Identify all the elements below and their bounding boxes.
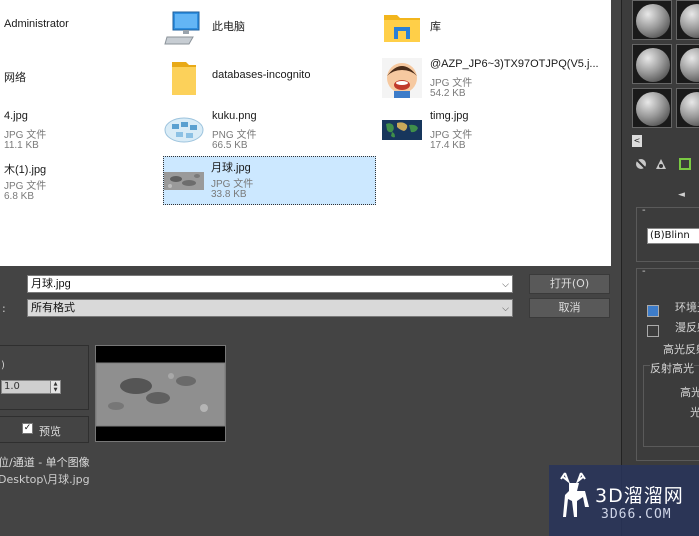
file-item-name: timg.jpg <box>430 110 469 122</box>
material-slot-2[interactable] <box>676 0 699 40</box>
image-info-text: 位/通道 - 单个图像 <box>0 456 90 469</box>
file-item-name: 月球.jpg <box>211 162 251 174</box>
panel-arrow-icon: ◄ <box>678 190 685 200</box>
material-slot-5[interactable] <box>632 88 672 128</box>
file-item-name: databases-incognito <box>212 69 311 81</box>
image-path-text: Desktop\月球.jpg <box>0 473 90 486</box>
library-folder-icon <box>382 7 422 47</box>
shader-type-dropdown[interactable]: (B)Blinn <box>647 228 699 244</box>
collapse-icon[interactable]: - <box>642 205 646 216</box>
file-item-azp-jpg[interactable]: @AZP_JP6~3)TX97OTJPQ(V5.j... JPG 文件 54.2… <box>382 55 602 101</box>
gamma-spinner[interactable]: 1.0 ▲ ▼ <box>1 380 61 394</box>
filetype-combo[interactable]: 所有格式 ⌵ <box>27 299 513 317</box>
cancel-button[interactable]: 取消 <box>529 298 610 318</box>
file-item-type: JPG 文件 <box>4 181 47 192</box>
file-item-size: 54.2 KB <box>430 88 466 99</box>
file-list-pane: Administrator 此电脑 库 网络 databases-incogni… <box>0 0 611 266</box>
gamma-groupbox: ) 1.0 ▲ ▼ <box>0 345 89 410</box>
preview-label: 预览 <box>39 425 61 438</box>
collapse-icon[interactable]: - <box>642 266 646 277</box>
file-item-name: Administrator <box>4 18 69 30</box>
shader-basic-rollout: - (B)Blinn <box>636 205 699 262</box>
file-item-name: kuku.png <box>212 110 257 122</box>
blinn-basic-rollout: - 环境光 漫反射 高光反射 反射高光 高光 光 <box>636 266 699 461</box>
file-item-this-pc[interactable]: 此电脑 <box>164 4 334 50</box>
file-item-type: JPG 文件 <box>211 179 254 190</box>
file-item-type: JPG 文件 <box>4 130 47 141</box>
open-button[interactable]: 打开(O) <box>529 274 610 294</box>
gamma-bracket: ) <box>1 360 5 371</box>
file-item-type: PNG 文件 <box>212 130 257 141</box>
filetype-label: : <box>2 302 6 315</box>
get-material-icon[interactable] <box>634 157 648 171</box>
diffuse-label: 漫反射 <box>675 321 699 334</box>
file-item-name: 4.jpg <box>4 110 28 122</box>
material-slot-4[interactable] <box>676 44 699 84</box>
specular-highlights-group: 反射高光 高光 光 <box>643 360 699 447</box>
scroll-left-icon[interactable]: < <box>632 135 642 147</box>
file-item-size: 11.1 KB <box>4 140 39 151</box>
file-item-administrator[interactable]: Administrator <box>0 4 106 50</box>
file-item-moon-jpg[interactable]: 月球.jpg JPG 文件 33.8 KB <box>163 156 376 205</box>
diagram-thumbnail <box>164 110 204 150</box>
ambient-label: 环境光 <box>675 301 699 314</box>
file-item-databases-incognito[interactable]: databases-incognito <box>164 55 354 101</box>
specular-highlights-label: 反射高光 <box>650 360 694 376</box>
file-item-name: @AZP_JP6~3)TX97OTJPQ(V5.j... <box>430 58 599 70</box>
file-item-name: 此电脑 <box>212 21 245 33</box>
file-item-timg-jpg[interactable]: timg.jpg JPG 文件 17.4 KB <box>382 107 562 153</box>
filetype-value: 所有格式 <box>31 302 75 314</box>
lock-diffuse-button[interactable] <box>647 325 659 337</box>
file-item-size: 6.8 KB <box>4 191 35 202</box>
deer-logo-icon <box>560 472 589 517</box>
file-item-library[interactable]: 库 <box>382 4 562 50</box>
assign-material-icon[interactable] <box>654 157 668 171</box>
file-item-kuku-png[interactable]: kuku.png PNG 文件 66.5 KB <box>164 107 334 153</box>
file-item-4-jpg[interactable]: 4.jpg JPG 文件 11.1 KB <box>0 107 106 153</box>
file-item-type: JPG 文件 <box>430 130 473 141</box>
file-item-size: 17.4 KB <box>430 140 466 151</box>
watermark-title: 3D溜溜网 <box>595 485 684 507</box>
file-item-wood-jpg[interactable]: 木(1).jpg JPG 文件 6.8 KB <box>0 158 106 204</box>
filename-combo[interactable]: 月球.jpg ⌵ <box>27 275 513 293</box>
file-item-type: JPG 文件 <box>430 78 473 89</box>
cartoon-kid-thumbnail <box>382 58 422 98</box>
preview-checkbox[interactable]: ✓ <box>22 423 33 434</box>
preview-groupbox: ✓ 预览 <box>0 416 89 443</box>
specular-label: 高光反射 <box>663 343 699 356</box>
file-item-size: 33.8 KB <box>211 189 247 200</box>
lock-ambient-button[interactable] <box>647 305 659 317</box>
material-editor-panel: < ◄ - (B)Blinn - 环境光 漫反射 高光反射 反射高光 高光 光 <box>621 0 699 536</box>
material-slot-6[interactable] <box>676 88 699 128</box>
material-slot-3[interactable] <box>632 44 672 84</box>
material-slot-1[interactable] <box>632 0 672 40</box>
image-preview <box>95 345 226 442</box>
file-item-size: 66.5 KB <box>212 140 248 151</box>
file-item-name: 网络 <box>4 72 26 84</box>
file-item-name: 库 <box>430 21 441 33</box>
file-item-network[interactable]: 网络 <box>0 55 106 101</box>
glossiness-label: 光 <box>690 406 699 419</box>
folder-icon <box>164 58 204 98</box>
filename-value: 月球.jpg <box>31 278 71 290</box>
chevron-down-icon[interactable]: ⌵ <box>502 300 509 316</box>
spinner-arrows-icon[interactable]: ▲ ▼ <box>50 381 60 393</box>
specular-level-label: 高光 <box>680 386 699 399</box>
show-map-icon[interactable] <box>678 157 692 171</box>
gamma-value: 1.0 <box>4 381 20 392</box>
file-item-name: 木(1).jpg <box>4 164 47 176</box>
world-map-thumbnail <box>382 110 422 150</box>
site-watermark: 3D溜溜网 3D66.COM <box>549 465 699 536</box>
chevron-down-icon[interactable]: ⌵ <box>502 276 509 292</box>
computer-icon <box>164 7 204 47</box>
watermark-url: 3D66.COM <box>601 507 672 522</box>
moon-thumbnail <box>164 161 204 201</box>
